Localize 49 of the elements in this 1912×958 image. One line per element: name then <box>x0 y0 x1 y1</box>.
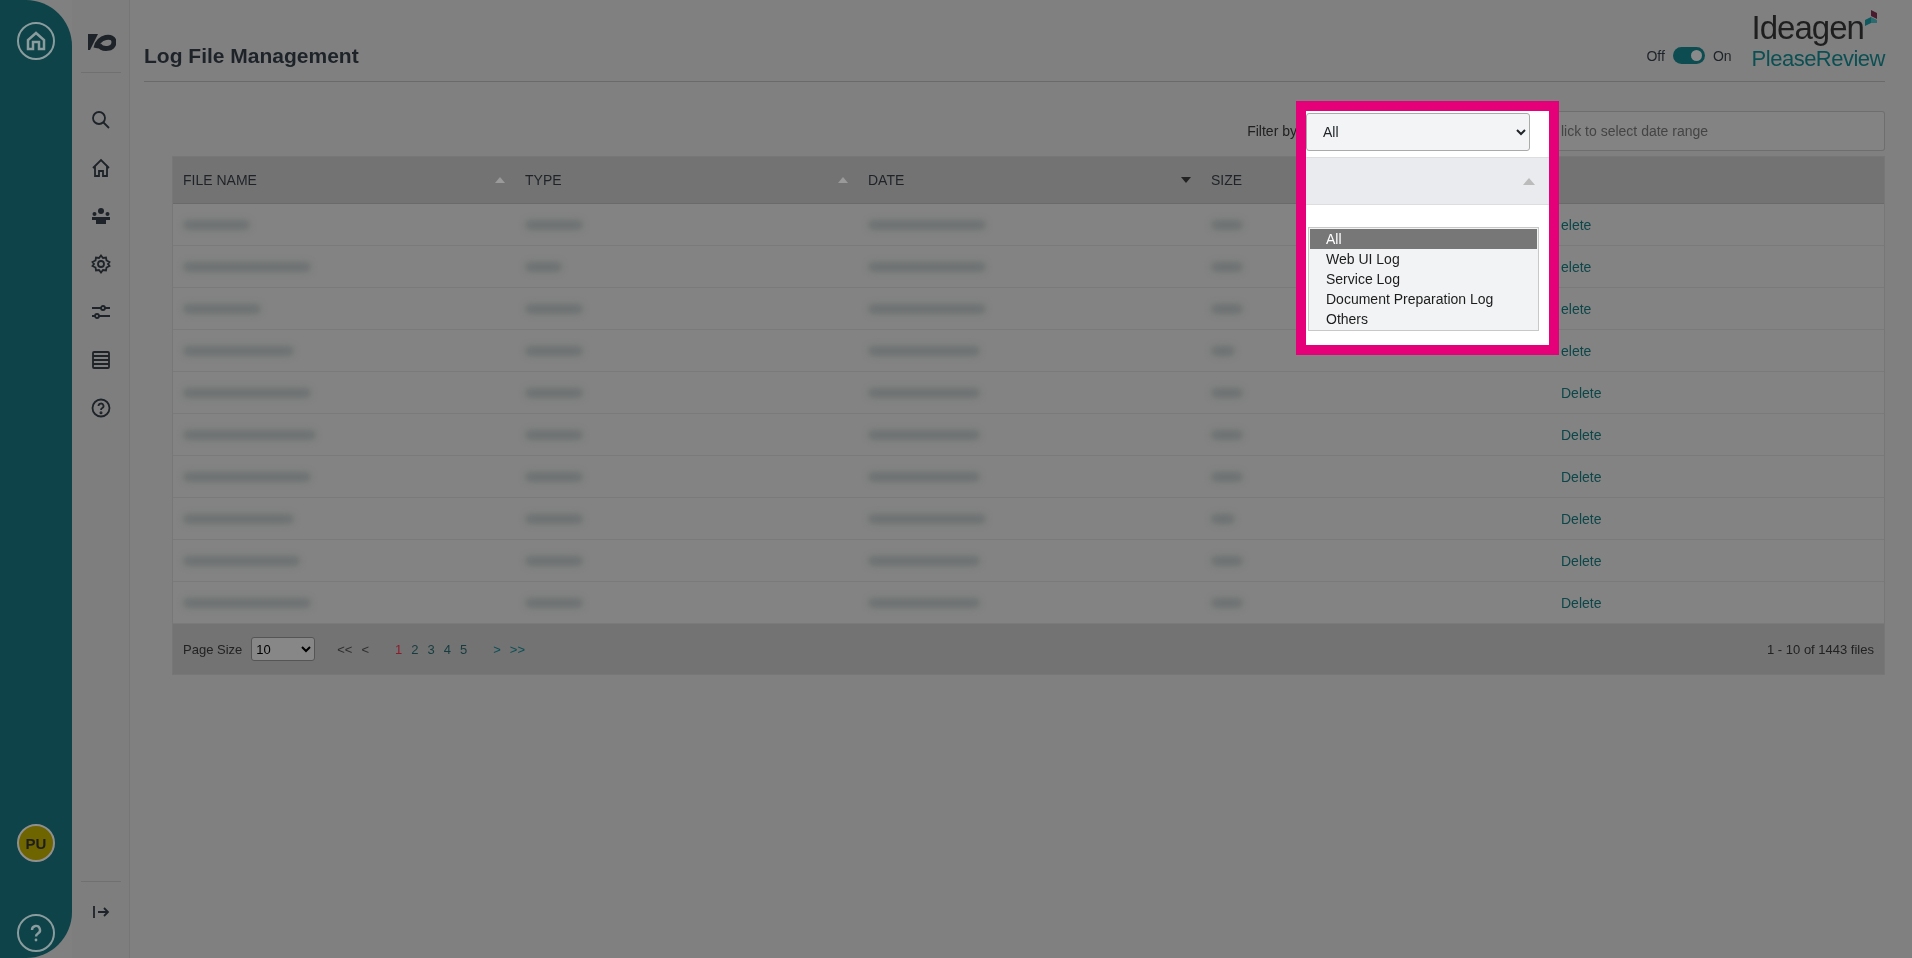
list-icon[interactable] <box>90 350 111 370</box>
sort-down-icon[interactable] <box>1181 177 1191 183</box>
settings-icon[interactable] <box>90 254 111 274</box>
product-name: PleaseReview <box>1751 45 1885 72</box>
page-title: Log File Management <box>144 42 360 68</box>
date-range-field[interactable]: lick to select date range <box>1559 111 1885 151</box>
filter-label: Filter by <box>1247 123 1297 139</box>
page-link[interactable]: 3 <box>427 641 435 657</box>
page-link[interactable]: 2 <box>411 641 419 657</box>
delete-link[interactable]: elete <box>1561 216 1592 233</box>
delete-link[interactable]: elete <box>1561 258 1592 275</box>
last-page-link[interactable]: >> <box>509 641 525 657</box>
delete-link[interactable]: Delete <box>1561 468 1602 485</box>
dropdown-option[interactable]: Document Preparation Log <box>1310 289 1537 309</box>
page-link[interactable]: 4 <box>443 641 451 657</box>
toggle-off-label: Off <box>1646 47 1665 64</box>
delete-link[interactable]: Delete <box>1561 384 1602 401</box>
column-header[interactable]: DATE <box>858 157 1201 203</box>
dropdown-option[interactable]: Others <box>1310 309 1537 329</box>
sliders-icon[interactable] <box>90 302 111 322</box>
people-icon[interactable] <box>90 206 111 226</box>
home-logo-icon[interactable] <box>17 22 55 60</box>
column-header[interactable]: SIZE <box>1201 157 1297 203</box>
delete-link[interactable]: Delete <box>1561 594 1602 611</box>
page-size-select[interactable]: 10 <box>251 637 316 661</box>
help-icon[interactable] <box>90 398 111 418</box>
delete-link[interactable]: Delete <box>1561 510 1602 527</box>
page-link[interactable]: 5 <box>460 641 468 657</box>
dropdown-option[interactable]: Web UI Log <box>1310 249 1537 269</box>
page-link[interactable]: 1 <box>395 641 403 657</box>
next-page-link[interactable]: > <box>493 641 501 657</box>
delete-link[interactable]: elete <box>1561 342 1592 359</box>
page-size-label: Page Size <box>183 641 243 657</box>
column-header[interactable]: TYPE <box>515 157 858 203</box>
brand-name: Ideagen <box>1751 9 1864 46</box>
toggle-on-label: On <box>1712 47 1732 64</box>
dropdown-option[interactable]: All <box>1310 229 1537 249</box>
column-header[interactable]: FILE NAME <box>173 157 515 203</box>
dropdown-option[interactable]: Service Log <box>1310 269 1537 289</box>
search-icon[interactable] <box>90 110 111 130</box>
help-icon[interactable] <box>17 914 55 952</box>
toggle-switch[interactable] <box>1672 47 1705 64</box>
user-avatar[interactable]: PU <box>17 824 55 862</box>
filter-select[interactable]: All <box>1306 113 1530 151</box>
home-icon[interactable] <box>90 158 111 178</box>
delete-link[interactable]: elete <box>1561 300 1592 317</box>
delete-link[interactable]: Delete <box>1561 426 1602 443</box>
delete-link[interactable]: Delete <box>1561 552 1602 569</box>
results-summary: 1 - 10 of 1443 files <box>1767 641 1874 657</box>
